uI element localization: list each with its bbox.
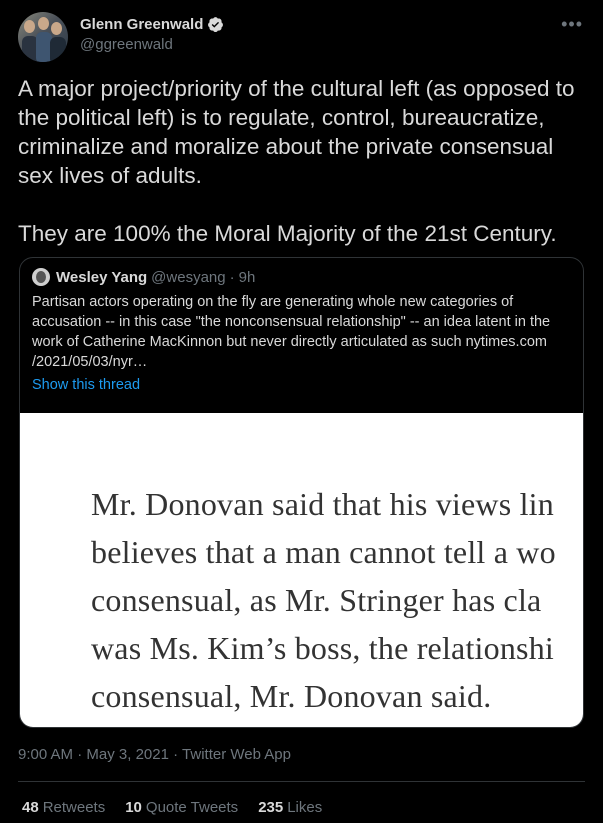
retweets-count: 48	[22, 799, 39, 816]
tweet-date[interactable]: May 3, 2021	[86, 746, 169, 763]
divider	[18, 781, 585, 782]
verified-badge-icon	[208, 17, 224, 33]
separator: ·	[173, 746, 179, 763]
quotes-label: Quote Tweets	[145, 799, 239, 816]
tweet-text: A major project/priority of the cultural…	[18, 74, 588, 248]
tweet-paragraph: A major project/priority of the cultural…	[18, 76, 575, 188]
quote-tweets-stat[interactable]: 10 Quote Tweets	[125, 799, 238, 816]
tweet-time[interactable]: 9:00 AM	[18, 746, 73, 763]
quoted-handle: @wesyang	[151, 268, 226, 286]
tweet-paragraph: They are 100% the Moral Majority of the …	[18, 221, 557, 246]
tweet-meta: 9:00 AM · May 3, 2021 · Twitter Web App	[18, 746, 291, 763]
show-thread-link[interactable]: Show this thread	[32, 377, 140, 393]
quoted-name: Wesley Yang	[56, 268, 148, 286]
image-text-line: consensual, Mr. Donovan said.	[91, 678, 492, 714]
author-handle[interactable]: @ggreenwald	[80, 36, 173, 53]
quoted-time: 9h	[238, 268, 256, 286]
quotes-count: 10	[125, 799, 142, 816]
author-avatar[interactable]	[18, 12, 68, 62]
source-app-link[interactable]: Twitter Web App	[182, 746, 291, 763]
retweets-stat[interactable]: 48 Retweets	[22, 799, 105, 816]
quoted-header: Wesley Yang @wesyang · 9h	[32, 268, 255, 286]
image-text-line: believes that a man cannot tell a wo	[91, 534, 556, 570]
quoted-tweet[interactable]: Wesley Yang @wesyang · 9h Partisan actor…	[19, 257, 584, 728]
likes-stat[interactable]: 235 Likes	[258, 799, 322, 816]
engagement-stats: 48 Retweets 10 Quote Tweets 235 Likes	[22, 799, 322, 816]
retweets-label: Retweets	[42, 799, 106, 816]
likes-count: 235	[258, 799, 284, 816]
tweet-header: Glenn Greenwald @ggreenwald •••	[18, 12, 589, 64]
separator: ·	[229, 268, 235, 286]
image-text-line: Mr. Donovan said that his views lin	[91, 486, 554, 522]
author-name-row[interactable]: Glenn Greenwald	[80, 16, 224, 33]
separator: ·	[77, 746, 83, 763]
image-text-line: consensual, as Mr. Stringer has cla	[91, 582, 542, 618]
likes-label: Likes	[287, 799, 323, 816]
author-name[interactable]: Glenn Greenwald	[80, 16, 203, 33]
quoted-body: Partisan actors operating on the fly are…	[32, 294, 551, 370]
quoted-avatar	[32, 268, 50, 286]
quoted-image[interactable]: Mr. Donovan said that his views lin beli…	[20, 413, 583, 727]
image-text-line: was Ms. Kim’s boss, the relationshi	[91, 630, 554, 666]
more-dots-icon[interactable]: •••	[561, 14, 583, 35]
